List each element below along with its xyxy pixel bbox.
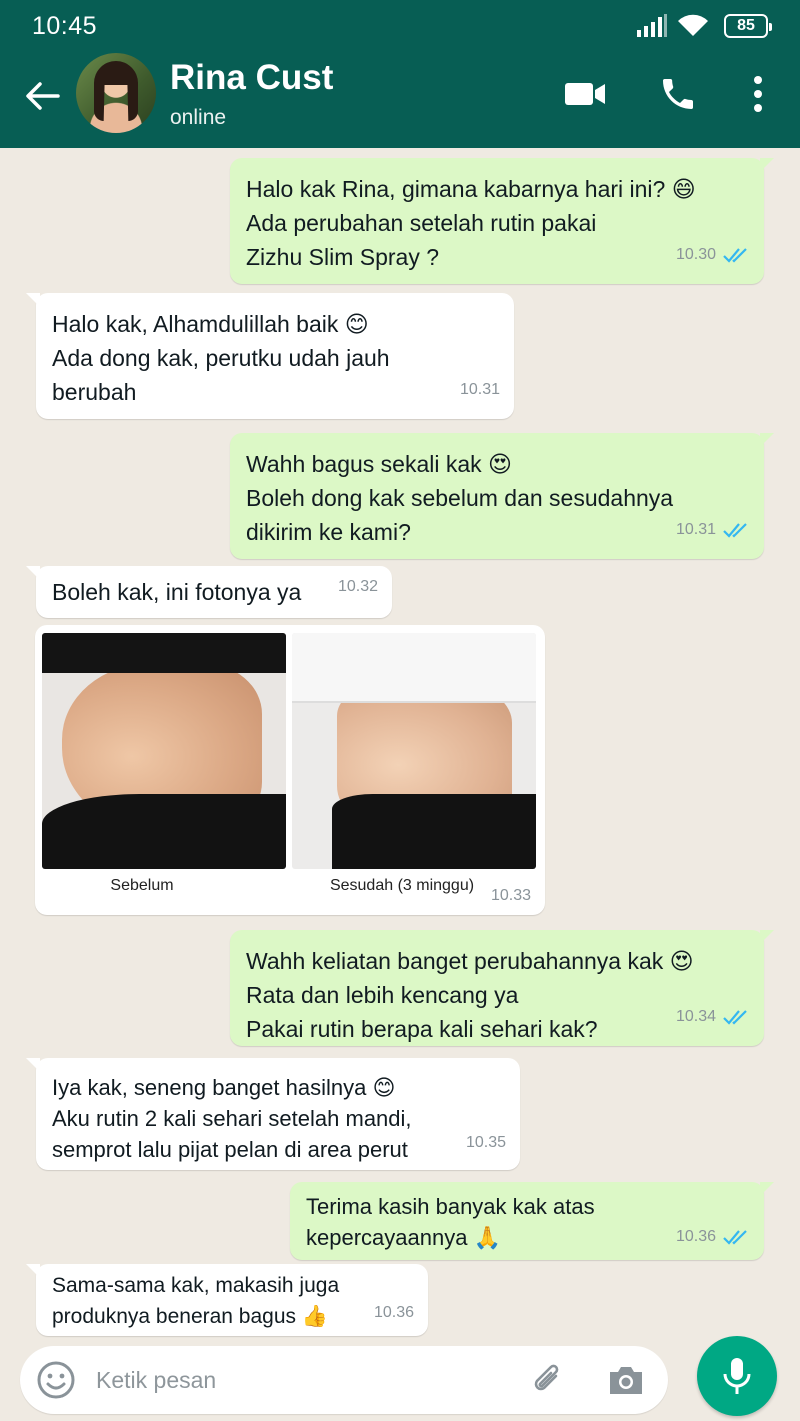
after-caption: Sesudah (3 minggu) bbox=[329, 877, 475, 894]
read-ticks-icon bbox=[723, 1229, 747, 1245]
message-time: 10.35 bbox=[465, 1134, 506, 1151]
message-time: 10.34 bbox=[675, 1008, 716, 1025]
message-meta: 10.35 bbox=[466, 1127, 506, 1158]
message-text: Iya kak, seneng banget hasilnya 😊 Aku ru… bbox=[52, 1075, 412, 1162]
status-time: 10:45 bbox=[32, 12, 98, 40]
photo-top-garment bbox=[292, 633, 536, 703]
chat-header: Rina Cust online bbox=[0, 50, 800, 148]
message-meta: 10.36 bbox=[374, 1297, 414, 1328]
message-composer bbox=[20, 1346, 668, 1414]
message-time: 10.31 bbox=[459, 381, 500, 398]
message-bubble-outgoing[interactable]: Terima kasih banyak kak atas kepercayaan… bbox=[290, 1182, 774, 1260]
message-time: 10.33 bbox=[490, 887, 531, 904]
message-time: 10.36 bbox=[675, 1228, 716, 1245]
message-text: Wahh bagus sekali kak 😍 Boleh dong kak s… bbox=[246, 451, 674, 545]
message-list[interactable]: Halo kak Rina, gimana kabarnya hari ini?… bbox=[0, 148, 800, 1338]
more-vert-icon[interactable] bbox=[744, 74, 772, 114]
camera-icon[interactable] bbox=[606, 1362, 646, 1398]
after-photo[interactable] bbox=[292, 633, 536, 869]
back-arrow-icon[interactable] bbox=[22, 76, 62, 116]
photo-pants bbox=[42, 794, 286, 869]
message-meta: 10.30 bbox=[676, 238, 750, 272]
photo-pants bbox=[332, 794, 536, 869]
message-time: 10.32 bbox=[337, 578, 378, 595]
message-time: 10.36 bbox=[373, 1304, 414, 1321]
signal-icon bbox=[637, 14, 667, 37]
photo-top-garment bbox=[42, 633, 286, 673]
message-time: 10.30 bbox=[675, 246, 716, 263]
read-ticks-icon bbox=[723, 1010, 747, 1025]
contact-avatar[interactable] bbox=[76, 53, 156, 133]
message-meta: 10.32 bbox=[338, 570, 378, 604]
message-bubble-incoming[interactable]: Sama-sama kak, makasih juga produknya be… bbox=[26, 1264, 428, 1336]
message-bubble-incoming[interactable]: Iya kak, seneng banget hasilnya 😊 Aku ru… bbox=[26, 1058, 520, 1170]
message-bubble-outgoing[interactable]: Wahh keliatan banget perubahannya kak 😍 … bbox=[230, 930, 774, 1046]
before-caption: Sebelum bbox=[110, 877, 174, 894]
photo-message[interactable]: Sebelum Sesudah (3 minggu) 10.33 bbox=[35, 625, 545, 915]
message-bubble-incoming[interactable]: Halo kak, Alhamdulillah baik 😊 Ada dong … bbox=[26, 293, 514, 419]
read-ticks-icon bbox=[723, 523, 747, 538]
message-text: Sama-sama kak, makasih juga produknya be… bbox=[52, 1274, 340, 1328]
contact-status: online bbox=[170, 106, 227, 129]
message-bubble-incoming[interactable]: Boleh kak, ini fotonya ya 10.32 bbox=[26, 566, 392, 618]
before-photo[interactable] bbox=[42, 633, 286, 869]
message-meta: 10.31 bbox=[460, 373, 500, 407]
attach-icon[interactable] bbox=[530, 1362, 566, 1398]
mic-icon bbox=[723, 1358, 751, 1394]
read-ticks-icon bbox=[723, 248, 747, 263]
emoji-icon[interactable] bbox=[36, 1360, 76, 1400]
message-text: Boleh kak, ini fotonya ya bbox=[52, 579, 302, 605]
message-bubble-outgoing[interactable]: Halo kak Rina, gimana kabarnya hari ini?… bbox=[230, 158, 774, 284]
message-meta: 10.34 bbox=[676, 1000, 750, 1034]
mic-button[interactable] bbox=[697, 1336, 777, 1416]
phone-icon[interactable] bbox=[658, 74, 698, 114]
message-text: Halo kak, Alhamdulillah baik 😊 Ada dong … bbox=[52, 311, 390, 405]
battery-level: 85 bbox=[737, 17, 755, 34]
message-text: Halo kak Rina, gimana kabarnya hari ini?… bbox=[246, 176, 696, 270]
message-meta: 10.36 bbox=[676, 1221, 750, 1252]
message-bubble-outgoing[interactable]: Wahh bagus sekali kak 😍 Boleh dong kak s… bbox=[230, 433, 774, 559]
message-meta: 10.31 bbox=[676, 513, 750, 547]
message-time: 10.31 bbox=[675, 521, 716, 538]
battery-indicator: 85 bbox=[724, 14, 772, 38]
wifi-icon bbox=[678, 14, 708, 36]
message-text: Wahh keliatan banget perubahannya kak 😍 … bbox=[246, 948, 694, 1042]
app-header: 10:45 85 Rina Cust online bbox=[0, 0, 800, 148]
contact-name[interactable]: Rina Cust bbox=[170, 58, 333, 98]
message-input[interactable] bbox=[96, 1356, 516, 1404]
status-bar: 10:45 85 bbox=[0, 0, 800, 50]
video-call-icon[interactable] bbox=[563, 74, 607, 114]
